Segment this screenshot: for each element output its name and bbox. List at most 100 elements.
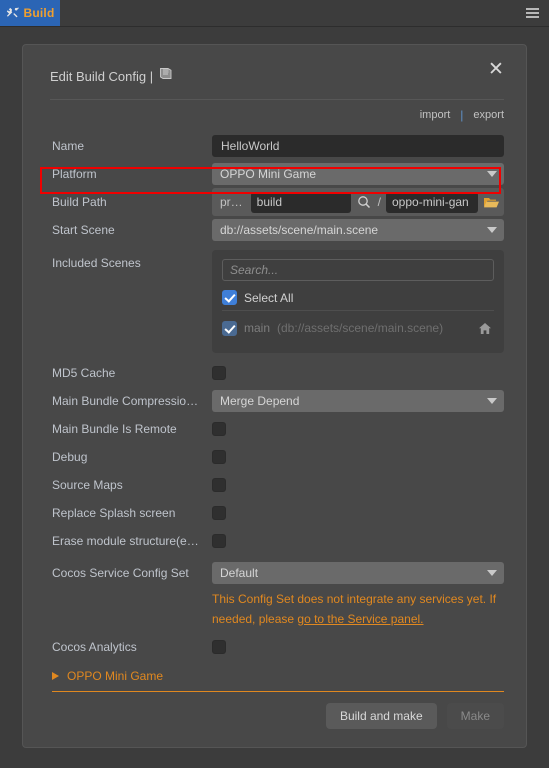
- name-control: [212, 135, 504, 157]
- book-icon[interactable]: [159, 67, 173, 85]
- main-bundle-compression-control: Merge Depend: [212, 390, 504, 412]
- source-maps-label: Source Maps: [52, 478, 123, 492]
- main-bundle-is-remote-row: Main Bundle Is Remote: [52, 415, 504, 443]
- service-panel-link[interactable]: go to the Service panel.: [297, 612, 423, 626]
- name-label: Name: [52, 139, 85, 153]
- cocos-analytics-checkbox[interactable]: [212, 640, 226, 654]
- main-bundle-compression-row: Main Bundle Compressio… Merge Depend: [52, 387, 504, 415]
- scene-name: main: [244, 321, 271, 335]
- included-scenes-row: Included Scenes Select All main (db://as…: [52, 250, 504, 353]
- erase-module-row: Erase module structure(e…: [52, 527, 504, 555]
- start-scene-value: db://assets/scene/main.scene: [220, 223, 379, 237]
- export-link[interactable]: export: [473, 109, 504, 121]
- make-button: Make: [446, 703, 504, 729]
- select-all-row[interactable]: Select All: [222, 285, 494, 311]
- included-scenes-label: Included Scenes: [52, 256, 141, 270]
- replace-splash-label: Replace Splash screen: [52, 506, 176, 520]
- replace-splash-checkbox[interactable]: [212, 506, 226, 520]
- home-icon[interactable]: [476, 319, 494, 337]
- scene-search-input[interactable]: [222, 259, 494, 281]
- main-bundle-is-remote-control: [212, 415, 504, 443]
- chevron-down-icon: [487, 398, 497, 404]
- cocos-service-config-control: Default: [212, 562, 504, 584]
- service-warning-row: This Config Set does not integrate any s…: [52, 587, 504, 629]
- chevron-down-icon: [487, 171, 497, 177]
- main-bundle-compression-value: Merge Depend: [220, 394, 300, 408]
- select-all-label: Select All: [244, 290, 294, 305]
- tab-build[interactable]: Build: [0, 0, 60, 26]
- chevron-down-icon: [487, 227, 497, 233]
- cocos-service-config-value: Default: [220, 566, 259, 580]
- replace-splash-row: Replace Splash screen: [52, 499, 504, 527]
- hamburger-menu-icon[interactable]: [515, 0, 549, 26]
- platform-select[interactable]: OPPO Mini Game: [212, 163, 504, 185]
- build-path-prefix: pr…: [220, 195, 243, 209]
- build-path-group: pr… /: [212, 188, 504, 216]
- start-scene-select[interactable]: db://assets/scene/main.scene: [212, 219, 504, 241]
- import-link[interactable]: import: [420, 109, 451, 121]
- import-export-row: import | export: [23, 100, 526, 122]
- md5-cache-label: MD5 Cache: [52, 366, 116, 380]
- main-bundle-is-remote-label: Main Bundle Is Remote: [52, 422, 177, 436]
- start-scene-label: Start Scene: [52, 223, 115, 237]
- build-and-make-button[interactable]: Build and make: [325, 703, 437, 729]
- close-glyph: ✕: [488, 58, 504, 80]
- source-maps-control: [212, 471, 504, 499]
- platform-select-value: OPPO Mini Game: [220, 167, 317, 181]
- included-scenes-panel: Select All main (db://assets/scene/main.…: [212, 250, 504, 353]
- debug-row: Debug: [52, 443, 504, 471]
- erase-module-checkbox[interactable]: [212, 534, 226, 548]
- name-row: Name: [52, 132, 504, 160]
- magnifier-icon[interactable]: [355, 193, 373, 211]
- scene-checkbox[interactable]: [222, 320, 237, 336]
- scene-path: (db://assets/scene/main.scene): [277, 321, 444, 335]
- cocos-service-config-select[interactable]: Default: [212, 562, 504, 584]
- dialog-title-row: Edit Build Config |: [50, 67, 504, 85]
- build-path-label: Build Path: [52, 195, 107, 209]
- md5-cache-checkbox[interactable]: [212, 366, 226, 380]
- triangle-right-icon: [52, 672, 59, 680]
- debug-label: Debug: [52, 450, 88, 464]
- start-scene-control: db://assets/scene/main.scene: [212, 219, 504, 241]
- tab-build-label: Build: [23, 6, 55, 20]
- main-bundle-is-remote-checkbox[interactable]: [212, 422, 226, 436]
- included-scenes-control: Select All main (db://assets/scene/main.…: [212, 250, 504, 353]
- replace-splash-control: [212, 499, 504, 527]
- edit-build-config-dialog: Edit Build Config | ✕ import | export Na…: [22, 44, 527, 748]
- erase-module-label: Erase module structure(e…: [52, 534, 199, 548]
- build-path-row: Build Path pr… /: [52, 188, 504, 216]
- close-icon[interactable]: ✕: [484, 57, 508, 81]
- build-path-sub-input[interactable]: [386, 191, 478, 213]
- cocos-service-config-label: Cocos Service Config Set: [52, 566, 189, 580]
- build-path-control: pr… /: [212, 188, 504, 216]
- source-maps-checkbox[interactable]: [212, 478, 226, 492]
- start-scene-row: Start Scene db://assets/scene/main.scene: [52, 216, 504, 244]
- platform-label: Platform: [52, 167, 97, 181]
- platform-control: OPPO Mini Game: [212, 163, 504, 185]
- build-config-form: Name Platform OPPO Mini Game Build Path …: [23, 122, 526, 692]
- service-warning-text: This Config Set does not integrate any s…: [212, 587, 504, 629]
- debug-checkbox[interactable]: [212, 450, 226, 464]
- debug-control: [212, 443, 504, 471]
- platform-section-header[interactable]: OPPO Mini Game: [52, 665, 504, 687]
- folder-open-icon[interactable]: [482, 193, 500, 211]
- io-separator: |: [460, 108, 464, 122]
- name-input[interactable]: [212, 135, 504, 157]
- platform-section-label: OPPO Mini Game: [67, 669, 164, 683]
- cocos-analytics-control: [212, 633, 504, 661]
- platform-row: Platform OPPO Mini Game: [52, 160, 504, 188]
- source-maps-row: Source Maps: [52, 471, 504, 499]
- select-all-checkbox[interactable]: [222, 290, 237, 305]
- md5-cache-row: MD5 Cache: [52, 359, 504, 387]
- page-title: Edit Build Config |: [50, 68, 154, 84]
- build-path-folder-input[interactable]: [250, 191, 351, 213]
- cocos-analytics-label: Cocos Analytics: [52, 640, 137, 654]
- main-bundle-compression-select[interactable]: Merge Depend: [212, 390, 504, 412]
- cocos-service-config-row: Cocos Service Config Set Default: [52, 559, 504, 587]
- list-item[interactable]: main (db://assets/scene/main.scene): [222, 315, 494, 341]
- erase-module-control: [212, 527, 504, 555]
- md5-cache-control: [212, 359, 504, 387]
- path-separator: /: [377, 195, 381, 209]
- main-bundle-compression-label: Main Bundle Compressio…: [52, 394, 199, 408]
- top-tab-bar: Build: [0, 0, 549, 27]
